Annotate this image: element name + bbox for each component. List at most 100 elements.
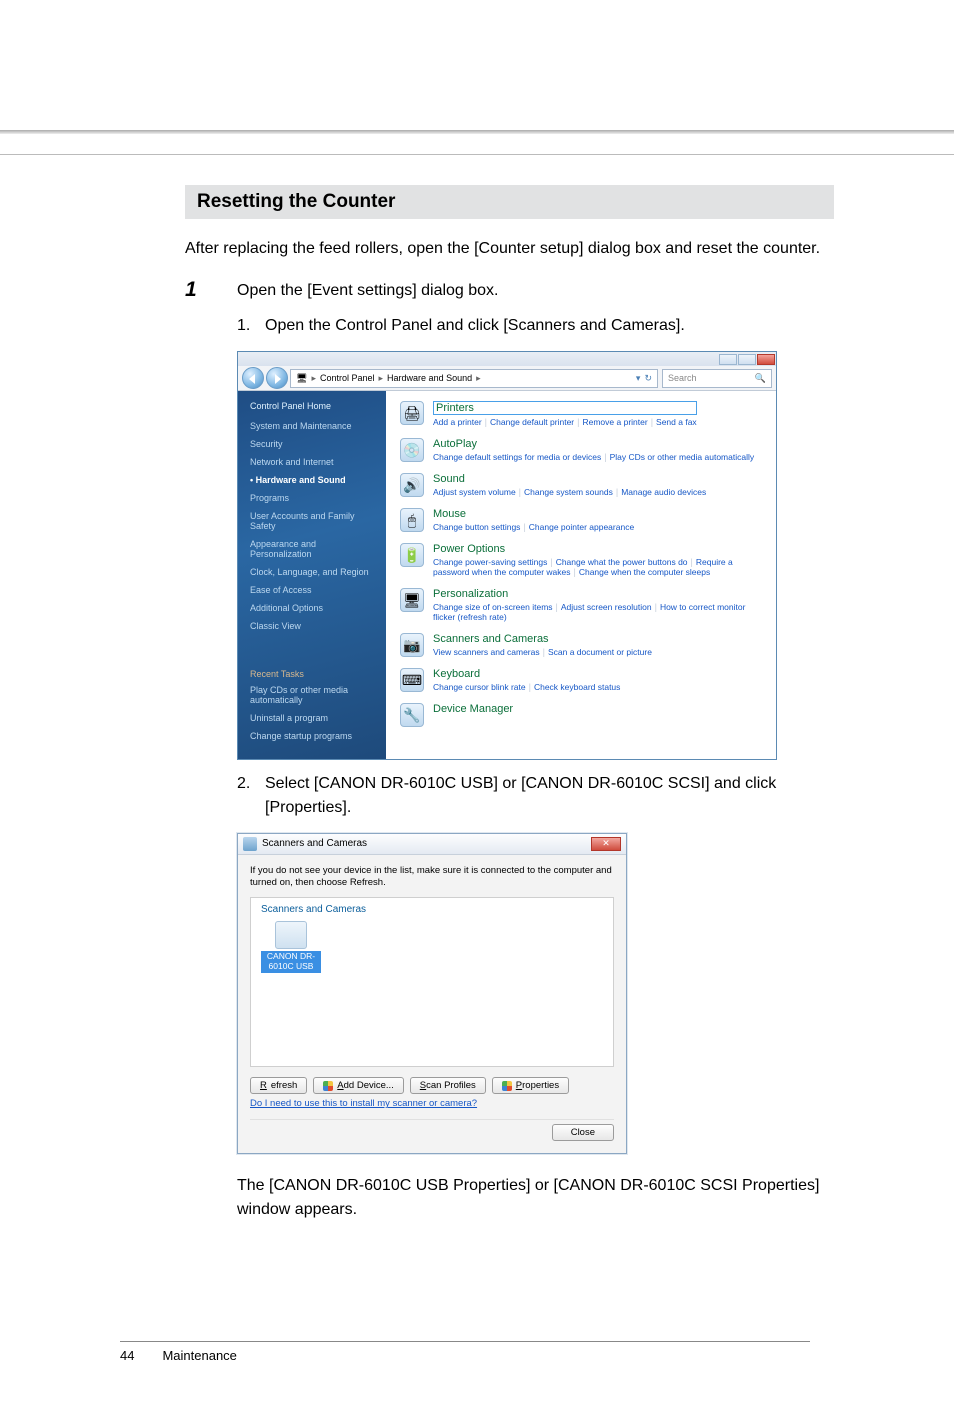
device-item[interactable]: CANON DR-6010C USB <box>261 921 321 973</box>
scanners-window: Scanners and Cameras ✕ If you do not see… <box>237 833 627 1155</box>
sidebar-item-system[interactable]: System and Maintenance <box>250 421 376 431</box>
add-device-button[interactable]: Add Device... <box>313 1077 404 1094</box>
category-icon: 🔋 <box>400 543 424 567</box>
group-title: Scanners and Cameras <box>261 904 603 915</box>
task-link[interactable]: Add a printer <box>433 417 482 427</box>
category-title[interactable]: Mouse <box>433 508 634 520</box>
sidebar-item-classic[interactable]: Classic View <box>250 621 376 631</box>
scanner-icon <box>275 921 307 949</box>
task-link[interactable]: Change cursor blink rate <box>433 682 526 692</box>
sidebar: Control Panel Home System and Maintenanc… <box>238 391 386 759</box>
sidebar-item-user-accounts[interactable]: User Accounts and Family Safety <box>250 511 376 531</box>
task-link[interactable]: Change pointer appearance <box>529 522 634 532</box>
sidebar-item-security[interactable]: Security <box>250 439 376 449</box>
category-title[interactable]: Personalization <box>433 588 766 600</box>
sidebar-item-ease-access[interactable]: Ease of Access <box>250 585 376 595</box>
category-title[interactable]: Sound <box>433 473 706 485</box>
recent-task-3[interactable]: Change startup programs <box>250 731 376 741</box>
category-tasks: Change cursor blink rate|Check keyboard … <box>433 682 620 692</box>
top-gradient-rule <box>0 130 954 134</box>
crumb-hardware-sound[interactable]: Hardware and Sound <box>387 373 472 383</box>
crumb-control-panel[interactable]: Control Panel <box>320 373 375 383</box>
control-panel-main: 🖨PrintersAdd a printer|Change default pr… <box>386 391 776 759</box>
page-footer: 44 Maintenance <box>0 1341 954 1403</box>
dialog-footer: Close <box>250 1119 614 1141</box>
sidebar-item-programs[interactable]: Programs <box>250 493 376 503</box>
button-row: Refresh Add Device... Scan Profiles Prop… <box>250 1077 614 1094</box>
category-title[interactable]: Scanners and Cameras <box>433 633 652 645</box>
sidebar-home[interactable]: Control Panel Home <box>250 401 376 411</box>
category-icon: 💿 <box>400 438 424 462</box>
sidebar-item-additional[interactable]: Additional Options <box>250 603 376 613</box>
sidebar-item-hardware-sound[interactable]: Hardware and Sound <box>250 475 376 485</box>
task-link[interactable]: View scanners and cameras <box>433 647 540 657</box>
category-title[interactable]: AutoPlay <box>433 438 754 450</box>
task-link[interactable]: Change system sounds <box>524 487 613 497</box>
window-icon <box>243 837 257 851</box>
window-titlebar <box>238 352 776 366</box>
help-link[interactable]: Do I need to use this to install my scan… <box>250 1098 477 1109</box>
category-printers: 🖨PrintersAdd a printer|Change default pr… <box>400 401 766 427</box>
footer-rule <box>120 1341 810 1342</box>
task-link[interactable]: Manage audio devices <box>621 487 706 497</box>
task-link[interactable]: Play CDs or other media automatically <box>610 452 755 462</box>
sidebar-item-appearance[interactable]: Appearance and Personalization <box>250 539 376 559</box>
category-scanners-and-cameras: 📷Scanners and CamerasView scanners and c… <box>400 633 766 657</box>
task-link[interactable]: Change default printer <box>490 417 574 427</box>
sidebar-recent-label: Recent Tasks <box>250 669 376 679</box>
category-autoplay: 💿 AutoPlay Change default settings for med… <box>400 438 766 462</box>
category-personalization: 🖥PersonalizationChange size of on-screen… <box>400 588 766 622</box>
refresh-button[interactable]: Refresh <box>250 1077 307 1094</box>
category-title[interactable]: Device Manager <box>433 703 513 715</box>
task-link[interactable]: Change default settings for media or dev… <box>433 452 601 462</box>
substep-text: Select [CANON DR-6010C USB] or [CANON DR… <box>265 772 834 818</box>
breadcrumb[interactable]: 🖥 ▸ Control Panel ▸ Hardware and Sound ▸… <box>290 369 658 388</box>
category-power-options: 🔋 Power Options Change power-saving settin… <box>400 543 766 577</box>
task-link[interactable]: Change size of on-screen items <box>433 602 553 612</box>
substep-1: 1. Open the Control Panel and click [Sca… <box>237 314 834 337</box>
properties-button[interactable]: Properties <box>492 1077 569 1094</box>
category-title[interactable]: Printers <box>433 401 697 415</box>
maximize-button[interactable] <box>738 354 756 365</box>
refresh-icon[interactable]: ↻ <box>644 373 652 384</box>
category-tasks: Change button settings|Change pointer ap… <box>433 522 634 532</box>
task-link[interactable]: Change what the power buttons do <box>556 557 688 567</box>
task-link[interactable]: Change when the computer sleeps <box>579 567 710 577</box>
substep-text: Open the Control Panel and click [Scanne… <box>265 314 685 337</box>
screenshot-scanners-cameras: Scanners and Cameras ✕ If you do not see… <box>237 833 834 1155</box>
forward-button[interactable] <box>266 367 288 389</box>
step-number: 1 <box>185 278 213 302</box>
shield-icon <box>502 1081 512 1091</box>
close-button[interactable] <box>757 354 775 365</box>
step-text: Open the [Event settings] dialog box. <box>237 278 499 302</box>
sidebar-item-network[interactable]: Network and Internet <box>250 457 376 467</box>
minimize-button[interactable] <box>719 354 737 365</box>
task-link[interactable]: Change power-saving settings <box>433 557 547 567</box>
sidebar-item-clock[interactable]: Clock, Language, and Region <box>250 567 376 577</box>
recent-task-2[interactable]: Uninstall a program <box>250 713 376 723</box>
category-tasks: Change size of on-screen items|Adjust sc… <box>433 602 766 622</box>
task-link[interactable]: Check keyboard status <box>534 682 620 692</box>
close-button[interactable]: Close <box>552 1124 614 1141</box>
dropdown-icon[interactable]: ▾ <box>636 373 641 384</box>
address-bar: 🖥 ▸ Control Panel ▸ Hardware and Sound ▸… <box>238 366 776 391</box>
search-input[interactable]: Search 🔍 <box>662 369 772 388</box>
back-button[interactable] <box>242 367 264 389</box>
task-link[interactable]: Remove a printer <box>582 417 647 427</box>
task-link[interactable]: Adjust screen resolution <box>561 602 652 612</box>
description-text: If you do not see your device in the lis… <box>250 865 614 890</box>
task-link[interactable]: Scan a document or picture <box>548 647 652 657</box>
category-title[interactable]: Power Options <box>433 543 766 555</box>
scan-profiles-button[interactable]: Scan Profiles <box>410 1077 486 1094</box>
task-link[interactable]: Change button settings <box>433 522 520 532</box>
category-title[interactable]: Keyboard <box>433 668 620 680</box>
task-link[interactable]: Send a fax <box>656 417 697 427</box>
task-link[interactable]: Adjust system volume <box>433 487 516 497</box>
close-button[interactable]: ✕ <box>591 837 621 851</box>
search-placeholder: Search <box>668 373 697 383</box>
category-tasks: View scanners and cameras|Scan a documen… <box>433 647 652 657</box>
screenshot-control-panel: 🖥 ▸ Control Panel ▸ Hardware and Sound ▸… <box>237 351 834 760</box>
recent-task-1[interactable]: Play CDs or other media automatically <box>250 685 376 705</box>
substep-number: 2. <box>237 772 255 818</box>
category-icon: 🖨 <box>400 401 424 425</box>
